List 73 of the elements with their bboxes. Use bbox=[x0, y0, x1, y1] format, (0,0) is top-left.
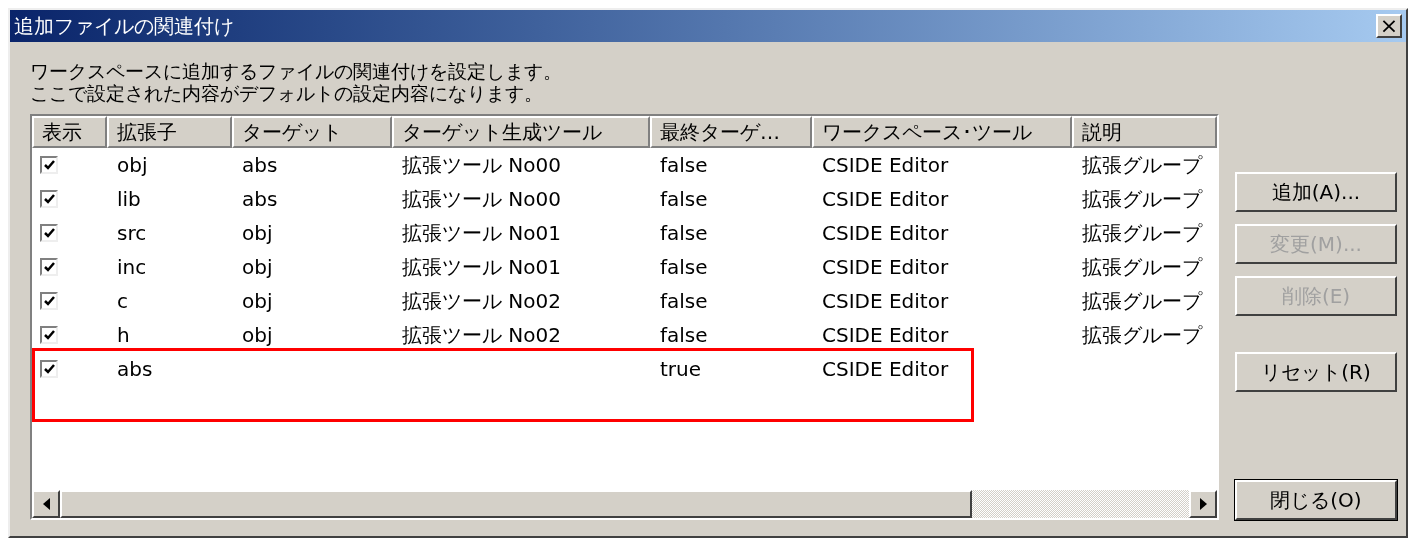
column-header[interactable]: 表示 bbox=[32, 116, 107, 148]
table-cell: 拡張ツール No01 bbox=[402, 255, 561, 279]
table-cell: 拡張グループ bbox=[1082, 153, 1202, 177]
action-button[interactable]: 閉じる(O) bbox=[1235, 480, 1397, 520]
column-header[interactable]: ワークスペース･ツール bbox=[812, 116, 1072, 148]
check-icon bbox=[43, 194, 55, 204]
table-cell: abs bbox=[242, 187, 278, 211]
table-cell: false bbox=[660, 221, 708, 245]
column-header[interactable]: 最終ターゲ… bbox=[650, 116, 812, 148]
scroll-left-button[interactable] bbox=[32, 490, 60, 518]
table-cell: 拡張グループ bbox=[1082, 187, 1202, 211]
checkbox[interactable] bbox=[40, 326, 58, 344]
checkbox[interactable] bbox=[40, 258, 58, 276]
table-cell: obj bbox=[117, 153, 148, 177]
table-cell: false bbox=[660, 289, 708, 313]
column-header[interactable]: ターゲット bbox=[232, 116, 392, 148]
table-cell: obj bbox=[242, 289, 273, 313]
table-cell: 拡張ツール No01 bbox=[402, 221, 561, 245]
checkbox[interactable] bbox=[40, 224, 58, 242]
table-cell: false bbox=[660, 187, 708, 211]
check-icon bbox=[43, 364, 55, 374]
table-cell: 拡張ツール No00 bbox=[402, 187, 561, 211]
column-header[interactable]: ターゲット生成ツール bbox=[392, 116, 650, 148]
table-cell: true bbox=[660, 357, 702, 381]
checkbox[interactable] bbox=[40, 156, 58, 174]
check-icon bbox=[43, 160, 55, 170]
check-icon bbox=[43, 330, 55, 340]
table-cell: false bbox=[660, 323, 708, 347]
window-title: 追加ファイルの関連付け bbox=[14, 16, 234, 36]
table-cell: 拡張グループ bbox=[1082, 221, 1202, 245]
action-button[interactable]: 追加(A)... bbox=[1235, 172, 1397, 212]
table-cell: CSIDE Editor bbox=[822, 187, 949, 211]
table-cell: CSIDE Editor bbox=[822, 221, 949, 245]
check-icon bbox=[43, 228, 55, 238]
horizontal-scrollbar[interactable] bbox=[32, 490, 1217, 518]
column-header[interactable]: 拡張子 bbox=[107, 116, 232, 148]
checkbox[interactable] bbox=[40, 360, 58, 378]
table-cell: obj bbox=[242, 221, 273, 245]
table-cell: obj bbox=[242, 323, 273, 347]
left-arrow-icon bbox=[42, 498, 50, 510]
description-text: ワークスペースに追加するファイルの関連付けを設定します。 bbox=[30, 60, 562, 82]
close-button[interactable]: × bbox=[1376, 14, 1402, 38]
table-cell: CSIDE Editor bbox=[822, 357, 949, 381]
check-icon bbox=[43, 296, 55, 306]
table-cell: inc bbox=[117, 255, 147, 279]
table-cell: c bbox=[117, 289, 128, 313]
right-arrow-icon bbox=[1199, 498, 1207, 510]
table-cell: abs bbox=[242, 153, 278, 177]
table-cell: CSIDE Editor bbox=[822, 323, 949, 347]
checkbox[interactable] bbox=[40, 190, 58, 208]
table-cell: 拡張グループ bbox=[1082, 289, 1202, 313]
checkbox[interactable] bbox=[40, 292, 58, 310]
table-cell: abs bbox=[117, 357, 153, 381]
column-header[interactable]: 説明 bbox=[1072, 116, 1217, 148]
check-icon bbox=[43, 262, 55, 272]
table-cell: CSIDE Editor bbox=[822, 255, 949, 279]
table-cell: h bbox=[117, 323, 130, 347]
table-cell: 拡張グループ bbox=[1082, 255, 1202, 279]
table-cell: lib bbox=[117, 187, 141, 211]
table-cell: CSIDE Editor bbox=[822, 289, 949, 313]
table-cell: CSIDE Editor bbox=[822, 153, 949, 177]
table-cell: false bbox=[660, 255, 708, 279]
table-cell: src bbox=[117, 221, 147, 245]
table-cell: obj bbox=[242, 255, 273, 279]
scroll-right-button[interactable] bbox=[1189, 490, 1217, 518]
table-cell: false bbox=[660, 153, 708, 177]
table-cell: 拡張グループ bbox=[1082, 323, 1202, 347]
action-button[interactable]: リセット(R) bbox=[1235, 352, 1397, 392]
scroll-thumb[interactable] bbox=[60, 490, 972, 518]
description-text: ここで設定された内容がデフォルトの設定内容になります。 bbox=[30, 82, 543, 104]
table-cell: 拡張ツール No00 bbox=[402, 153, 561, 177]
table-cell: 拡張ツール No02 bbox=[402, 289, 561, 313]
table-cell: 拡張ツール No02 bbox=[402, 323, 561, 347]
